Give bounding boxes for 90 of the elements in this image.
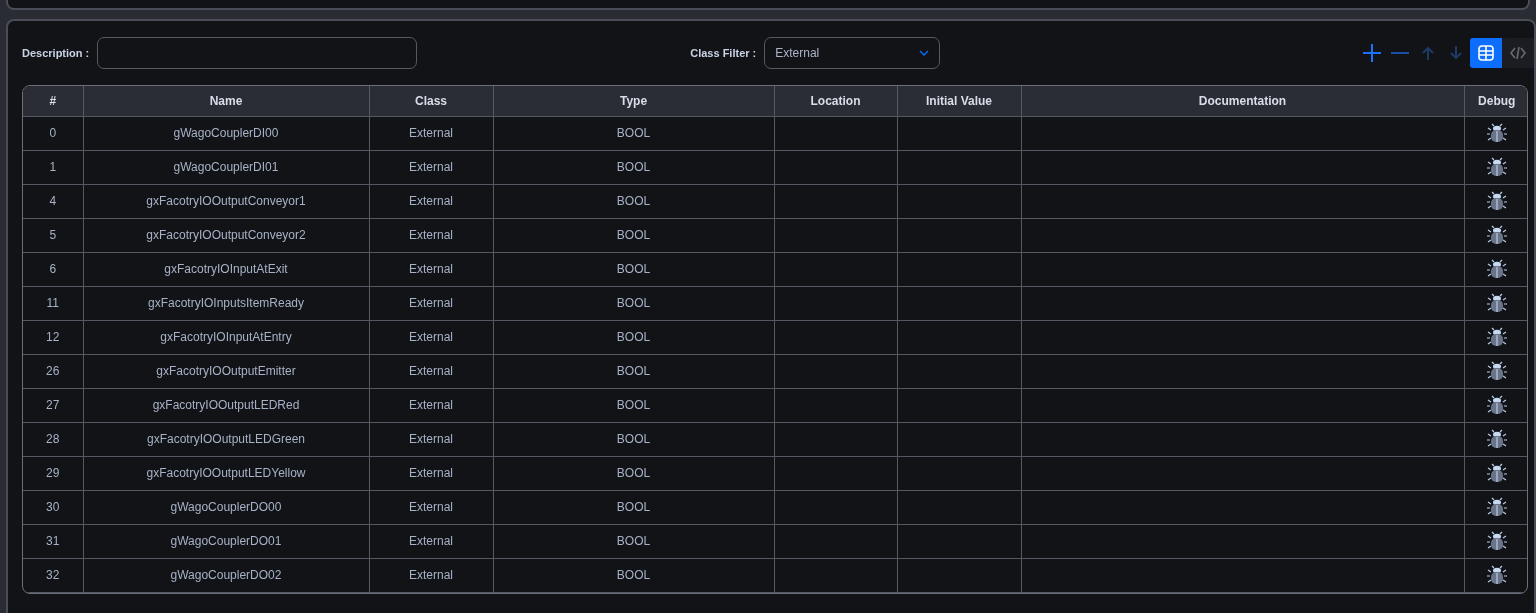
table-cell: External xyxy=(369,150,493,184)
table-cell: External xyxy=(369,456,493,490)
table-cell: External xyxy=(369,558,493,592)
table-cell: gxFacotryIOOutputConveyor1 xyxy=(83,184,369,218)
table-cell: 29 xyxy=(23,456,83,490)
arrow-up-icon xyxy=(1422,46,1434,60)
bug-icon[interactable] xyxy=(1486,225,1507,245)
table-cell: External xyxy=(369,252,493,286)
description-field[interactable] xyxy=(97,37,418,69)
description-label: Description : xyxy=(22,45,90,61)
table-cell: gWagoCouplerDO00 xyxy=(83,490,369,524)
bug-icon[interactable] xyxy=(1486,191,1507,211)
bug-icon[interactable] xyxy=(1486,123,1507,143)
code-icon xyxy=(1509,44,1527,62)
column-header: Documentation xyxy=(1021,86,1464,116)
bug-icon[interactable] xyxy=(1486,565,1507,585)
column-header: Debug xyxy=(1464,86,1527,116)
table-cell: External xyxy=(369,422,493,456)
table-cell: External xyxy=(369,490,493,524)
arrow-down-icon xyxy=(1450,46,1462,60)
table-view-button[interactable] xyxy=(1470,38,1502,68)
column-header: Name xyxy=(83,86,369,116)
table-cell: gxFacotryIOOutputConveyor2 xyxy=(83,218,369,252)
plus-icon xyxy=(1362,43,1382,63)
bug-icon[interactable] xyxy=(1486,497,1507,517)
table-cell: External xyxy=(369,354,493,388)
bug-icon[interactable] xyxy=(1486,531,1507,551)
table-cell: 5 xyxy=(23,218,83,252)
table-cell: gxFacotryIOOutputLEDYellow xyxy=(83,456,369,490)
table-cell: 6 xyxy=(23,252,83,286)
table-cell: 26 xyxy=(23,354,83,388)
table-cell: 27 xyxy=(23,388,83,422)
table-cell: 12 xyxy=(23,320,83,354)
table-cell: BOOL xyxy=(493,558,774,592)
table-cell: 30 xyxy=(23,490,83,524)
table-cell: gWagoCouplerDI01 xyxy=(83,150,369,184)
bug-icon[interactable] xyxy=(1486,157,1507,177)
bug-icon[interactable] xyxy=(1486,293,1507,313)
chevron-down-icon xyxy=(919,50,930,56)
table-cell: BOOL xyxy=(493,490,774,524)
table-cell: 0 xyxy=(23,116,83,150)
column-header: # xyxy=(23,86,83,116)
table-cell: External xyxy=(369,218,493,252)
column-header: Class xyxy=(369,86,493,116)
table-cell: gxFacotryIOInputAtEntry xyxy=(83,320,369,354)
table-cell: BOOL xyxy=(493,388,774,422)
table-cell: 4 xyxy=(23,184,83,218)
table-cell: External xyxy=(369,320,493,354)
table-cell: External xyxy=(369,286,493,320)
table-cell: 11 xyxy=(23,286,83,320)
column-header: Type xyxy=(493,86,774,116)
bug-icon[interactable] xyxy=(1486,361,1507,381)
column-header: Location xyxy=(774,86,897,116)
code-view-button[interactable] xyxy=(1502,38,1534,68)
table-cell: BOOL xyxy=(493,218,774,252)
table-cell: BOOL xyxy=(493,184,774,218)
table-cell: BOOL xyxy=(493,286,774,320)
table-cell: 1 xyxy=(23,150,83,184)
table-cell: gxFacotryIOOutputLEDGreen xyxy=(83,422,369,456)
table-cell: BOOL xyxy=(493,524,774,558)
class-filter-dropdown[interactable]: External xyxy=(764,37,941,69)
table-cell: gxFacotryIOOutputLEDRed xyxy=(83,388,369,422)
table-cell: External xyxy=(369,184,493,218)
bug-icon[interactable] xyxy=(1486,429,1507,449)
table-cell: External xyxy=(369,524,493,558)
table-cell: 31 xyxy=(23,524,83,558)
table-cell: gWagoCouplerDO02 xyxy=(83,558,369,592)
table-cell: gxFacotryIOInputsItemReady xyxy=(83,286,369,320)
table-cell: BOOL xyxy=(493,252,774,286)
bug-icon[interactable] xyxy=(1486,327,1507,347)
table-icon xyxy=(1477,44,1495,62)
table-cell: BOOL xyxy=(493,320,774,354)
minus-icon xyxy=(1390,52,1410,54)
table-cell: gWagoCouplerDI00 xyxy=(83,116,369,150)
column-header: Initial Value xyxy=(897,86,1021,116)
table-cell: BOOL xyxy=(493,354,774,388)
table-cell: External xyxy=(369,388,493,422)
bug-icon[interactable] xyxy=(1486,259,1507,279)
table-cell: 28 xyxy=(23,422,83,456)
bug-icon[interactable] xyxy=(1486,395,1507,415)
table-cell: BOOL xyxy=(493,150,774,184)
table-cell: gxFacotryIOInputAtExit xyxy=(83,252,369,286)
table-cell: BOOL xyxy=(493,422,774,456)
bug-icon[interactable] xyxy=(1486,463,1507,483)
table-cell: gWagoCouplerDO01 xyxy=(83,524,369,558)
class-filter-label: Class Filter : xyxy=(690,45,757,61)
table-cell: External xyxy=(369,116,493,150)
table-cell: BOOL xyxy=(493,116,774,150)
table-cell: BOOL xyxy=(493,456,774,490)
table-cell: gxFacotryIOOutputEmitter xyxy=(83,354,369,388)
